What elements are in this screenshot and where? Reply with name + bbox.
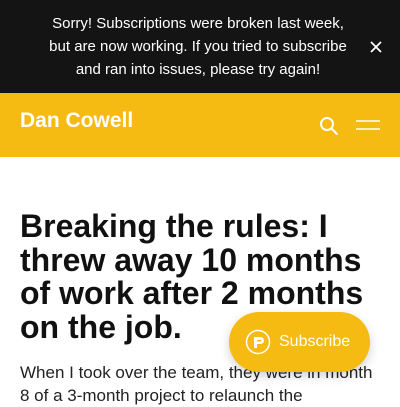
close-icon[interactable] xyxy=(366,37,386,57)
substack-icon xyxy=(245,329,271,355)
banner-message: Sorry! Subscriptions were broken last we… xyxy=(49,15,347,78)
site-title[interactable]: Dan Cowell xyxy=(20,109,133,133)
site-header: Dan Cowell xyxy=(0,93,400,157)
search-icon[interactable] xyxy=(318,115,340,137)
subscribe-label: Subscribe xyxy=(279,333,351,350)
subscribe-button[interactable]: Subscribe xyxy=(229,312,370,372)
menu-icon[interactable] xyxy=(354,117,382,133)
announcement-banner: Sorry! Subscriptions were broken last we… xyxy=(0,0,400,93)
